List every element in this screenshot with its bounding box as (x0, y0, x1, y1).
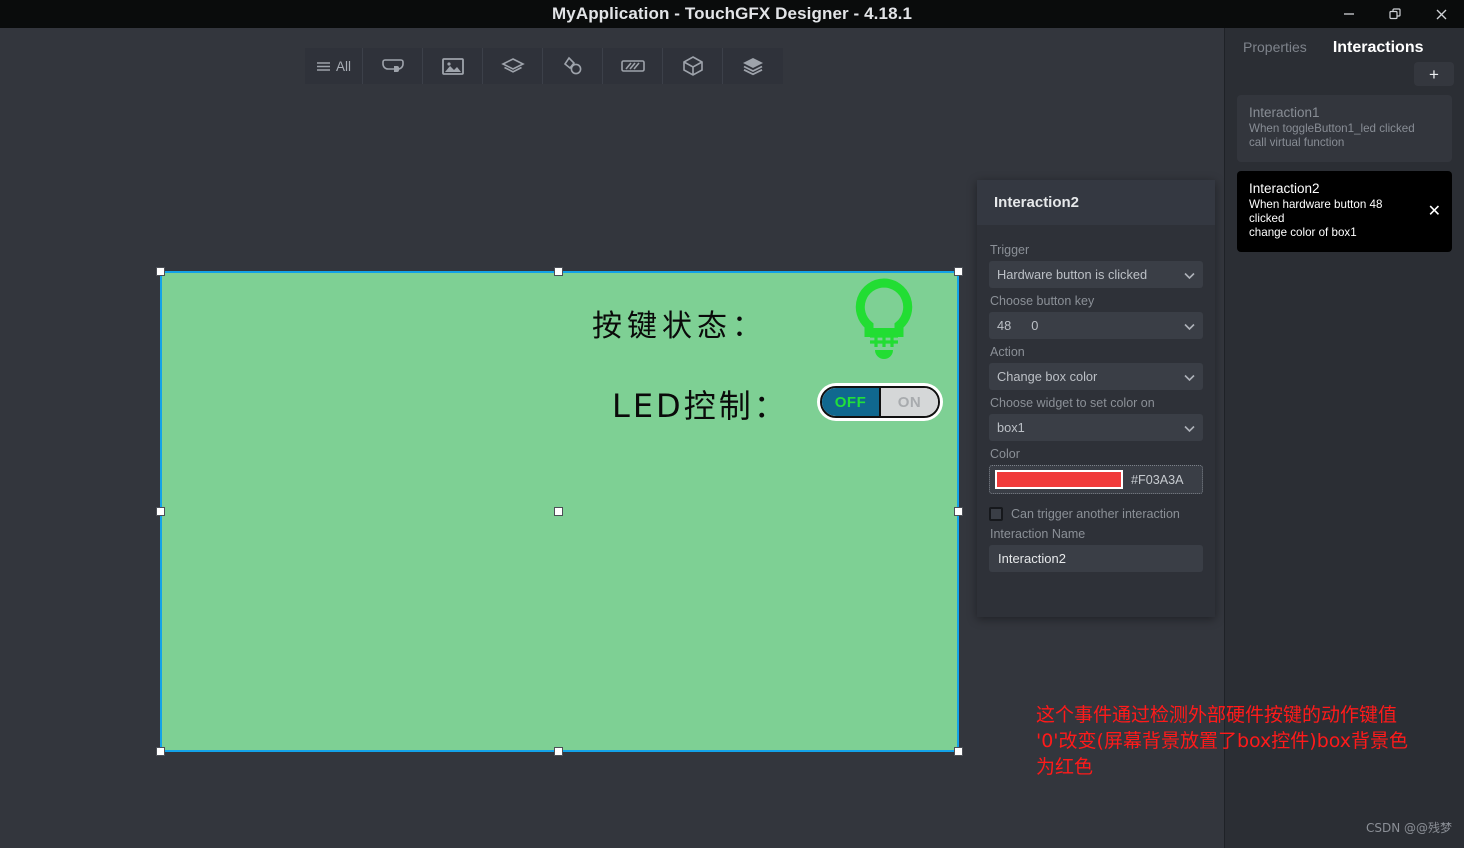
close-button[interactable] (1418, 0, 1464, 28)
led-toggle-button[interactable]: OFF ON (817, 383, 943, 421)
resize-handle-top-center[interactable] (554, 267, 563, 276)
resize-handle-bottom-center[interactable] (554, 747, 563, 756)
title-bar: MyApplication - TouchGFX Designer - 4.18… (0, 0, 1464, 28)
trigger-select[interactable]: Hardware button is clicked (989, 261, 1203, 288)
color-label: Color (990, 447, 1020, 461)
tool-image[interactable] (423, 48, 483, 84)
widget-value: box1 (997, 420, 1025, 435)
annotation-line-2: '0'改变(屏幕背景放置了box控件)box背景色 (1036, 730, 1409, 752)
tool-all[interactable]: All (305, 48, 363, 84)
chevron-down-icon (1184, 267, 1195, 282)
interaction-editor-header: Interaction2 (977, 180, 1215, 225)
chevron-down-icon (1184, 318, 1195, 333)
resize-handle-middle-center[interactable] (554, 507, 563, 516)
interaction-editor-title: Interaction2 (994, 194, 1080, 211)
chevron-down-icon (1184, 369, 1195, 384)
cube-icon (682, 55, 704, 77)
toggle-on-label: ON (879, 388, 938, 416)
action-select[interactable]: Change box color (989, 363, 1203, 390)
tool-gauge[interactable] (603, 48, 663, 84)
button-widget-icon (381, 55, 405, 77)
resize-handle-middle-left[interactable] (156, 507, 165, 516)
widget-toolbar: All (305, 48, 783, 84)
lightbulb-icon (848, 277, 920, 367)
resize-handle-bottom-right[interactable] (954, 747, 963, 756)
tab-interactions[interactable]: Interactions (1333, 39, 1424, 57)
interaction2-line2: change color of box1 (1249, 226, 1357, 239)
interaction1-line1: When toggleButton1_led clicked (1249, 122, 1415, 135)
resize-handle-top-right[interactable] (954, 267, 963, 276)
widget-select[interactable]: box1 (989, 414, 1203, 441)
action-value: Change box color (997, 369, 1098, 384)
hamburger-icon (316, 60, 331, 73)
interaction-name-input[interactable]: Interaction2 (989, 545, 1203, 572)
button-key-label: Choose button key (990, 294, 1095, 308)
button-key-value-secondary: 0 (1031, 318, 1039, 333)
trigger-label: Trigger (990, 243, 1030, 257)
delete-interaction-icon[interactable]: ✕ (1428, 203, 1441, 220)
tool-button[interactable] (363, 48, 423, 84)
tab-properties[interactable]: Properties (1243, 39, 1307, 55)
resize-handle-middle-right[interactable] (954, 507, 963, 516)
color-hex-value: #F03A3A (1131, 472, 1184, 487)
toggle-off-label: OFF (822, 388, 879, 416)
tool-containers[interactable] (723, 48, 783, 84)
interaction2-title: Interaction2 (1249, 181, 1320, 196)
interaction-list-item-2[interactable]: Interaction2 When hardware button 48 cli… (1237, 171, 1452, 252)
chevron-down-icon (1184, 420, 1195, 435)
restore-button[interactable] (1372, 0, 1418, 28)
annotation-line-1: 这个事件通过检测外部硬件按键的动作键值 (1036, 704, 1398, 726)
interaction-name-label: Interaction Name (990, 527, 1086, 541)
tool-3d[interactable] (663, 48, 723, 84)
label-key-state: 按键状态： (592, 309, 767, 344)
can-trigger-checkbox[interactable] (989, 507, 1003, 521)
interaction2-line1: When hardware button 48 clicked (1249, 198, 1383, 225)
can-trigger-label: Can trigger another interaction (1011, 507, 1180, 521)
label-led-control: LED控制： (612, 387, 789, 425)
window-controls (1326, 0, 1464, 28)
color-picker-row[interactable]: #F03A3A (989, 465, 1203, 494)
button-key-select[interactable]: 48 0 (989, 312, 1203, 339)
tool-drawing[interactable] (543, 48, 603, 84)
interaction-list-item-1[interactable]: Interaction1 When toggleButton1_led clic… (1237, 95, 1452, 162)
tool-all-label: All (335, 58, 351, 74)
interaction1-line2: call virtual function (1249, 136, 1345, 149)
shape-layers-icon (500, 56, 525, 76)
tool-shapes[interactable] (483, 48, 543, 84)
annotation-text: 这个事件通过检测外部硬件按键的动作键值 '0'改变(屏幕背景放置了box控件)b… (1036, 702, 1446, 780)
interaction-editor-popup: Interaction2 Trigger Hardware button is … (977, 180, 1215, 617)
panel-tabs: Properties Interactions (1225, 28, 1464, 57)
gauge-icon (620, 57, 646, 75)
button-key-value: 48 (997, 318, 1012, 333)
annotation-line-3: 为红色 (1036, 756, 1094, 778)
resize-handle-bottom-left[interactable] (156, 747, 165, 756)
add-interaction-button[interactable]: + (1414, 62, 1454, 86)
interaction1-title: Interaction1 (1249, 105, 1320, 120)
can-trigger-row[interactable]: Can trigger another interaction (989, 507, 1203, 521)
stack-icon (741, 56, 765, 76)
resize-handle-top-left[interactable] (156, 267, 165, 276)
add-interaction-row: + (1225, 57, 1464, 86)
touchgfx-designer-window: MyApplication - TouchGFX Designer - 4.18… (0, 0, 1464, 848)
window-title: MyApplication - TouchGFX Designer - 4.18… (552, 4, 912, 23)
widget-label: Choose widget to set color on (990, 396, 1155, 410)
color-swatch[interactable] (995, 470, 1123, 489)
action-label: Action (990, 345, 1025, 359)
drawing-icon (561, 55, 585, 77)
interaction-name-value: Interaction2 (998, 551, 1066, 566)
image-icon (441, 56, 465, 76)
watermark: CSDN @@残梦 (1365, 821, 1452, 835)
minimize-button[interactable] (1326, 0, 1372, 28)
trigger-value: Hardware button is clicked (997, 267, 1148, 282)
